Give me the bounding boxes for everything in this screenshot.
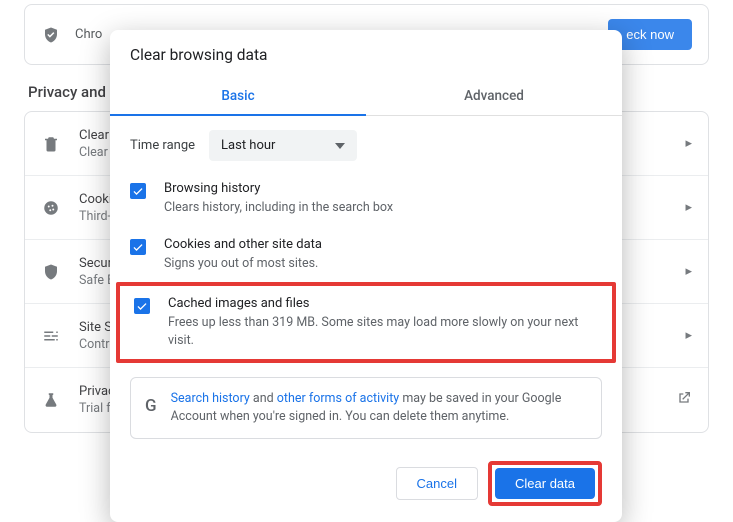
dialog-title: Clear browsing data: [110, 30, 622, 78]
chevron-right-icon: ▸: [685, 264, 692, 279]
chevron-down-icon: [335, 138, 345, 153]
checkbox-cached-images[interactable]: [134, 298, 150, 314]
option-title: Cookies and other site data: [164, 237, 602, 252]
flask-icon: [41, 390, 61, 410]
clear-data-highlight: Clear data: [488, 461, 602, 506]
search-history-link[interactable]: Search history: [171, 391, 250, 406]
chevron-right-icon: ▸: [685, 328, 692, 343]
info-text: Search history and other forms of activi…: [171, 390, 587, 426]
sliders-icon: [41, 326, 61, 346]
time-range-value: Last hour: [221, 138, 275, 153]
option-sub: Frees up less than 319 MB. Some sites ma…: [168, 314, 598, 349]
shield-icon: [41, 262, 61, 282]
time-range-label: Time range: [130, 138, 195, 153]
tab-advanced[interactable]: Advanced: [366, 78, 622, 115]
external-link-icon: [676, 390, 692, 410]
other-activity-link[interactable]: other forms of activity: [277, 391, 399, 406]
option-browsing-history[interactable]: Browsing history Clears history, includi…: [110, 171, 622, 227]
tab-basic[interactable]: Basic: [110, 78, 366, 115]
option-title: Cached images and files: [168, 296, 598, 311]
option-sub: Signs you out of most sites.: [164, 255, 602, 273]
checkbox-cookies[interactable]: [130, 239, 146, 255]
option-cookies[interactable]: Cookies and other site data Signs you ou…: [110, 227, 622, 283]
chevron-right-icon: ▸: [685, 200, 692, 215]
time-range-select[interactable]: Last hour: [209, 130, 357, 161]
clear-browsing-data-dialog: Clear browsing data Basic Advanced Time …: [110, 30, 622, 522]
clear-data-button[interactable]: Clear data: [495, 468, 595, 499]
cookie-icon: [41, 198, 61, 218]
cancel-button[interactable]: Cancel: [396, 467, 478, 500]
time-range-row: Time range Last hour: [110, 116, 622, 171]
google-icon: G: [145, 394, 157, 419]
option-title: Browsing history: [164, 181, 602, 196]
option-cached-images[interactable]: Cached images and files Frees up less th…: [116, 282, 616, 363]
option-sub: Clears history, including in the search …: [164, 199, 602, 217]
account-info-box: G Search history and other forms of acti…: [130, 377, 602, 439]
chevron-right-icon: ▸: [685, 136, 692, 151]
dialog-footer: Cancel Clear data: [110, 447, 622, 506]
checkbox-browsing-history[interactable]: [130, 183, 146, 199]
trash-icon: [41, 134, 61, 154]
tab-bar: Basic Advanced: [110, 78, 622, 116]
shield-icon: [41, 25, 61, 45]
